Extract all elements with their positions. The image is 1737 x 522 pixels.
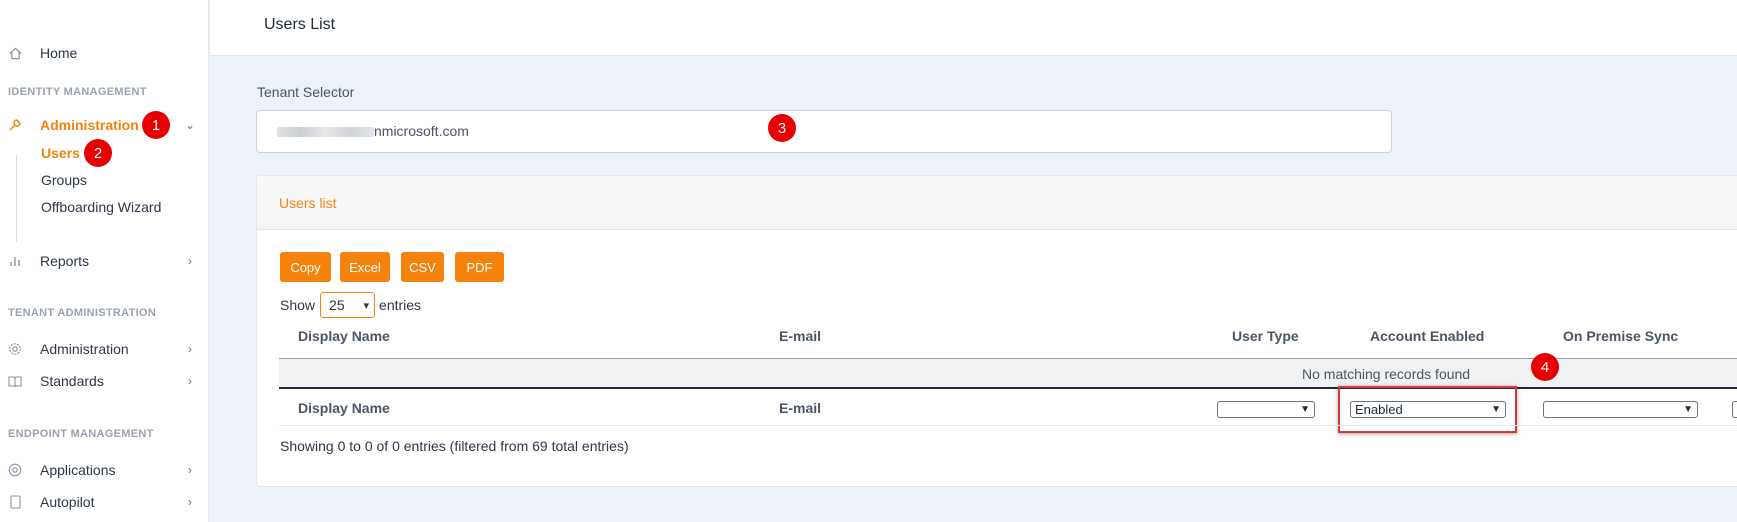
top-header: Users List: [210, 0, 1737, 56]
card-title: Users list: [279, 195, 337, 211]
sidebar-item-autopilot[interactable]: Autopilot ›: [0, 489, 209, 515]
chevron-right-icon: ›: [188, 254, 192, 268]
table-row: No matching records found: [279, 359, 1737, 389]
column-header-email[interactable]: E-mail: [779, 328, 821, 344]
on-premise-sync-filter-select[interactable]: ▼: [1543, 401, 1698, 418]
annotation-badge: 4: [1531, 353, 1559, 381]
table-info-text: Showing 0 to 0 of 0 entries (filtered fr…: [280, 438, 629, 454]
user-type-filter-select[interactable]: ▼: [1217, 401, 1315, 418]
sidebar-item-reports[interactable]: Reports ›: [0, 248, 209, 274]
entries-label: entries: [379, 297, 422, 313]
chevron-down-icon: ▼: [1683, 404, 1693, 415]
gear-icon: [8, 342, 22, 356]
submenu-guide-line: [16, 155, 17, 242]
sidebar-item-home[interactable]: Home: [0, 40, 209, 66]
sidebar-subitem-users[interactable]: Users: [41, 145, 80, 161]
column-header-user-type[interactable]: User Type: [1232, 328, 1299, 344]
annotation-badge: 2: [84, 139, 112, 167]
tenant-selector-input[interactable]: nmicrosoft.com 3: [256, 110, 1392, 153]
column-header-on-premise-sync[interactable]: On Premise Sync: [1563, 328, 1678, 344]
redacted-tenant-name: [277, 127, 374, 137]
show-label: Show: [280, 297, 316, 313]
sidebar-item-label: Administration: [40, 117, 139, 133]
sidebar-item-applications[interactable]: Applications ›: [0, 457, 209, 483]
chrome-icon: [8, 463, 22, 477]
section-title-identity: IDENTITY MANAGEMENT: [8, 86, 147, 98]
sidebar-item-label: Reports: [40, 253, 90, 269]
footer-display-name: Display Name: [298, 400, 390, 416]
column-header-display-name[interactable]: Display Name: [298, 328, 390, 344]
page-length-control: Show 25 ▾ entries: [280, 292, 421, 318]
excel-button[interactable]: Excel: [340, 252, 390, 282]
chevron-down-icon: ▼: [1300, 404, 1310, 415]
sidebar-item-label: Home: [40, 45, 78, 61]
chevron-right-icon: ›: [188, 495, 192, 509]
book-icon: [8, 374, 22, 388]
card-header: Users list: [257, 176, 1737, 230]
footer-email: E-mail: [779, 400, 822, 416]
device-icon: [8, 495, 22, 509]
sidebar-item-label: Applications: [40, 462, 116, 478]
column-header-account-enabled[interactable]: Account Enabled: [1370, 328, 1484, 344]
sidebar-item-tenant-administration[interactable]: Administration ›: [0, 336, 209, 362]
page-title: Users List: [264, 16, 336, 33]
page-length-value: 25: [329, 297, 345, 313]
annotation-badge: 3: [768, 114, 796, 142]
section-title-endpoint: ENDPOINT MANAGEMENT: [8, 428, 154, 440]
chevron-right-icon: ›: [188, 374, 192, 388]
sidebar-item-administration[interactable]: Administration ⌄: [0, 112, 209, 138]
home-icon: [8, 46, 22, 60]
sidebar-subitem-groups[interactable]: Groups: [41, 172, 87, 188]
pdf-button[interactable]: PDF: [455, 252, 504, 282]
bar-chart-icon: [8, 254, 22, 268]
sidebar: Home IDENTITY MANAGEMENT Administration …: [0, 0, 209, 522]
annotation-badge: 1: [142, 111, 170, 139]
chevron-down-icon: ▾: [363, 299, 370, 312]
tenant-selector-label: Tenant Selector: [257, 84, 355, 100]
chevron-right-icon: ›: [188, 463, 192, 477]
copy-button[interactable]: Copy: [280, 252, 331, 282]
sidebar-item-label: Standards: [40, 373, 104, 389]
extra-column-filter-select[interactable]: [1732, 401, 1737, 418]
sidebar-subitem-offboarding-wizard[interactable]: Offboarding Wizard: [41, 199, 161, 215]
wrench-icon: [8, 118, 22, 132]
chevron-right-icon: ›: [188, 342, 192, 356]
sidebar-item-standards[interactable]: Standards ›: [0, 368, 209, 394]
empty-table-message: No matching records found: [1302, 366, 1471, 382]
tenant-selector-value: nmicrosoft.com: [374, 123, 469, 139]
section-title-tenant: TENANT ADMINISTRATION: [8, 307, 157, 319]
csv-button[interactable]: CSV: [401, 252, 444, 282]
chevron-down-icon: ⌄: [185, 118, 196, 132]
sidebar-item-label: Autopilot: [40, 494, 95, 510]
sidebar-item-label: Administration: [40, 341, 129, 357]
footer-divider: [279, 425, 1737, 426]
page-length-select[interactable]: 25 ▾: [320, 292, 376, 318]
users-list-card: Users list Copy Excel CSV PDF Show 25 ▾ …: [256, 175, 1737, 487]
